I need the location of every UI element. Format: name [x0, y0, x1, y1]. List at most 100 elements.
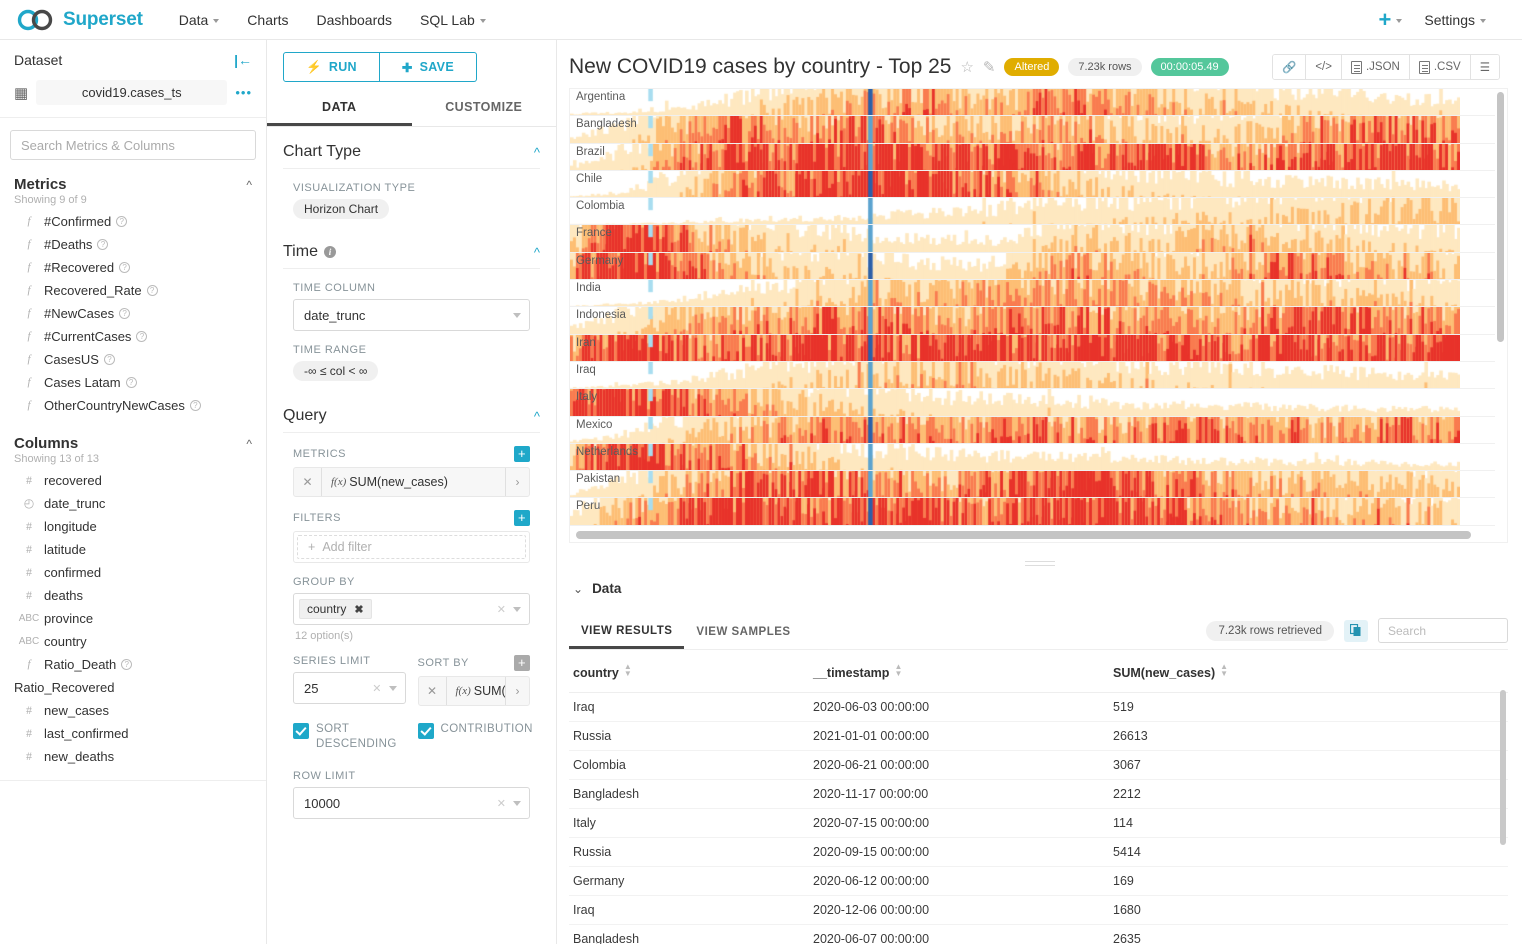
nav-item-charts[interactable]: Charts — [233, 0, 302, 40]
horizon-row[interactable]: Bangladesh — [570, 116, 1495, 143]
tab-data[interactable]: DATA — [267, 92, 412, 126]
favorite-star-icon[interactable]: ☆ — [960, 58, 973, 76]
column-item[interactable]: fRatio_Death? — [0, 653, 266, 676]
table-column-header[interactable]: __timestamp▲▼ — [809, 650, 1109, 693]
help-icon[interactable]: ? — [104, 354, 115, 365]
table-row[interactable]: Russia2021-01-01 00:00:0026613 — [569, 722, 1508, 751]
chevron-right-icon[interactable]: › — [505, 677, 529, 705]
chevron-up-icon[interactable]: ^ — [534, 245, 540, 260]
horizon-chart[interactable]: ArgentinaBangladeshBrazilChileColombiaFr… — [569, 88, 1508, 543]
sort-icon[interactable]: ▲▼ — [1220, 663, 1228, 677]
help-icon[interactable]: ? — [136, 331, 147, 342]
sort-icon[interactable]: ▲▼ — [624, 663, 632, 677]
add-metric-button[interactable]: + — [514, 446, 530, 462]
nav-item-dashboards[interactable]: Dashboards — [303, 0, 407, 40]
table-row[interactable]: Germany2020-06-12 00:00:00169 — [569, 867, 1508, 896]
column-item[interactable]: #deaths — [0, 584, 266, 607]
group-by-select[interactable]: country ✖ ✕ — [293, 593, 530, 625]
column-item[interactable]: ABCprovince — [0, 607, 266, 630]
tab-view-samples[interactable]: VIEW SAMPLES — [684, 620, 802, 647]
column-item[interactable]: #new_cases — [0, 699, 266, 722]
column-item[interactable]: Ratio_Recovered — [0, 676, 266, 699]
copy-to-clipboard-button[interactable] — [1344, 620, 1368, 642]
horizon-row[interactable]: Indonesia — [570, 307, 1495, 334]
help-icon[interactable]: ? — [190, 400, 201, 411]
chart-menu-button[interactable]: ☰ — [1471, 55, 1499, 79]
metric-item[interactable]: fRecovered_Rate? — [0, 279, 266, 302]
horizon-row[interactable]: Colombia — [570, 198, 1495, 225]
remove-sort-icon[interactable]: ✕ — [419, 677, 447, 705]
clear-icon[interactable]: ✕ — [497, 603, 506, 616]
horizon-row[interactable]: Iraq — [570, 362, 1495, 389]
column-item[interactable]: ◴date_trunc — [0, 492, 266, 515]
horizon-row[interactable]: Peru — [570, 498, 1495, 525]
horizon-row[interactable]: Argentina — [570, 89, 1495, 116]
clear-icon[interactable]: ✕ — [497, 797, 506, 810]
metric-item[interactable]: fCases Latam? — [0, 371, 266, 394]
nav-item-sql-lab[interactable]: SQL Lab — [406, 0, 500, 40]
share-link-button[interactable]: 🔗 — [1273, 55, 1306, 79]
horizon-row[interactable]: Pakistan — [570, 471, 1495, 498]
save-button[interactable]: ✚ SAVE — [380, 52, 477, 82]
info-icon[interactable]: i — [324, 246, 336, 258]
column-item[interactable]: #confirmed — [0, 561, 266, 584]
time-column-select[interactable]: date_trunc — [293, 299, 530, 331]
nav-item-settings[interactable]: Settings — [1410, 0, 1500, 40]
column-item[interactable]: ABCcountry — [0, 630, 266, 653]
edit-properties-icon[interactable]: ✎ — [983, 58, 996, 76]
horizon-row[interactable]: Mexico — [570, 417, 1495, 444]
chevron-up-icon[interactable]: ^ — [246, 178, 252, 192]
table-row[interactable]: Italy2020-07-15 00:00:00114 — [569, 809, 1508, 838]
row-limit-select[interactable]: 10000 ✕ — [293, 787, 530, 819]
table-vertical-scrollbar[interactable] — [1500, 690, 1506, 845]
time-range-value[interactable]: -∞ ≤ col < ∞ — [293, 361, 378, 381]
horizon-row[interactable]: Italy — [570, 389, 1495, 416]
table-column-header[interactable]: SUM(new_cases)▲▼ — [1109, 650, 1508, 693]
help-icon[interactable]: ? — [119, 262, 130, 273]
horizon-row[interactable]: Brazil — [570, 144, 1495, 171]
column-item[interactable]: #latitude — [0, 538, 266, 561]
metric-item[interactable]: f#NewCases? — [0, 302, 266, 325]
table-row[interactable]: Russia2020-09-15 00:00:005414 — [569, 838, 1508, 867]
visualization-type-value[interactable]: Horizon Chart — [293, 199, 389, 219]
table-row[interactable]: Iraq2020-12-06 00:00:001680 — [569, 896, 1508, 925]
collapse-panel-icon[interactable]: |← — [234, 52, 252, 68]
help-icon[interactable]: ? — [126, 377, 137, 388]
chevron-up-icon[interactable]: ^ — [534, 409, 540, 424]
table-row[interactable]: Bangladesh2020-11-17 00:00:002212 — [569, 780, 1508, 809]
column-item[interactable]: #recovered — [0, 469, 266, 492]
run-button[interactable]: ⚡ RUN — [283, 52, 380, 82]
column-item[interactable]: #longitude — [0, 515, 266, 538]
horizon-row[interactable]: India — [570, 280, 1495, 307]
chart-vertical-scrollbar[interactable] — [1497, 92, 1504, 342]
metric-item[interactable]: f#Confirmed? — [0, 210, 266, 233]
table-search-input[interactable] — [1378, 618, 1508, 643]
export-json-button[interactable]: .JSON — [1342, 55, 1410, 79]
search-metrics-columns-input[interactable] — [10, 130, 256, 160]
horizon-row[interactable]: Germany — [570, 253, 1495, 280]
chevron-right-icon[interactable]: › — [505, 468, 529, 496]
column-item[interactable]: #last_confirmed — [0, 722, 266, 745]
metric-chip-sum-new-cases[interactable]: ✕ f(x) SUM(new_cases) › — [293, 467, 530, 497]
table-column-header[interactable]: country▲▼ — [569, 650, 809, 693]
help-icon[interactable]: ? — [147, 285, 158, 296]
export-csv-button[interactable]: .CSV — [1410, 55, 1471, 79]
table-row[interactable]: Colombia2020-06-21 00:00:003067 — [569, 751, 1508, 780]
column-item[interactable]: #new_deaths — [0, 745, 266, 768]
remove-metric-icon[interactable]: ✕ — [294, 468, 322, 496]
help-icon[interactable]: ? — [119, 308, 130, 319]
add-sort-by-button[interactable]: + — [514, 655, 530, 671]
horizon-row[interactable]: Netherlands — [570, 444, 1495, 471]
horizon-row[interactable]: France — [570, 225, 1495, 252]
help-icon[interactable]: ? — [116, 216, 127, 227]
table-row[interactable]: Bangladesh2020-06-07 00:00:002635 — [569, 925, 1508, 944]
metric-item[interactable]: f#CurrentCases? — [0, 325, 266, 348]
table-row[interactable]: Iraq2020-06-03 00:00:00519 — [569, 693, 1508, 722]
superset-brand[interactable]: Superset — [16, 9, 143, 31]
add-filter-placeholder[interactable]: + Add filter — [297, 535, 526, 559]
contribution-checkbox[interactable] — [418, 723, 434, 739]
remove-tag-icon[interactable]: ✖ — [354, 603, 363, 616]
dataset-name-field[interactable]: covid19.cases_ts — [36, 80, 227, 105]
metric-item[interactable]: fOtherCountryNewCases? — [0, 394, 266, 417]
sort-by-chip[interactable]: ✕ f(x) SUM(... › — [418, 676, 531, 706]
